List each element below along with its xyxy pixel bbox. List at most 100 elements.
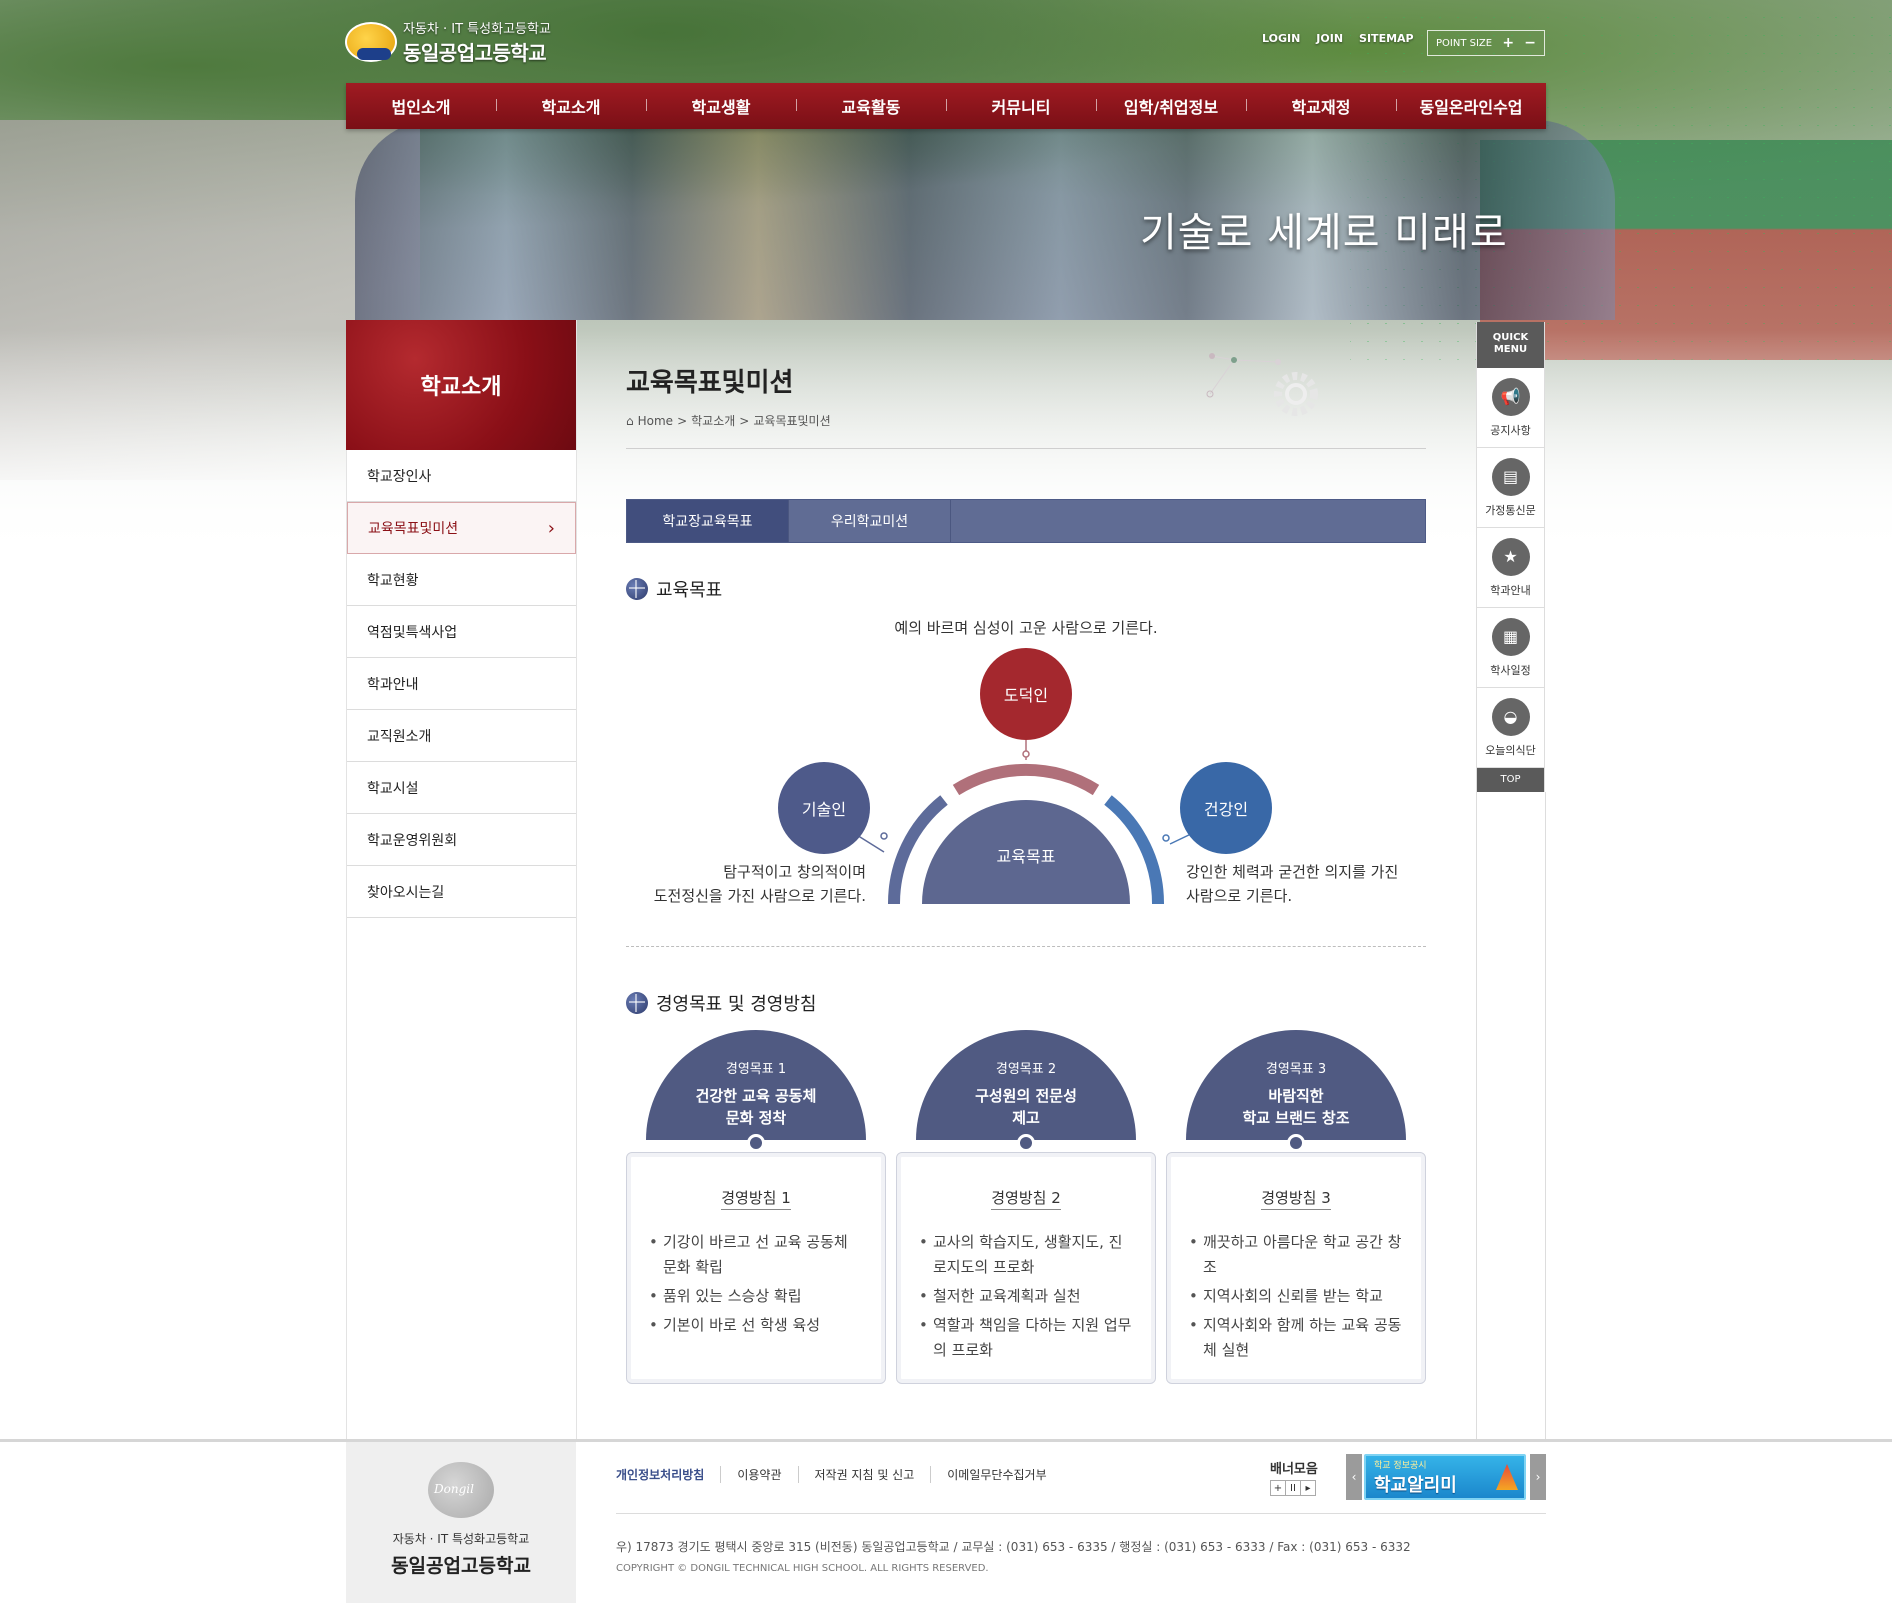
quick-menu-title: QUICK MENU [1477, 322, 1544, 368]
calendar-icon: ▦ [1491, 617, 1530, 656]
top-utility-links: LOGIN JOIN SITEMAP [1262, 32, 1414, 45]
privacy-policy-link[interactable]: 개인정보처리방침 [616, 1466, 720, 1483]
goal-title: 건강한 교육 공동체 문화 정착 [646, 1085, 866, 1129]
list-item: 교사의 학습지도, 생활지도, 진로지도의 프로화 [919, 1230, 1133, 1280]
policy-title: 경영방침 2 [919, 1187, 1133, 1216]
banner-collection-label: 배너모음 [1270, 1462, 1318, 1477]
footer-divider [0, 1439, 1892, 1442]
breadcrumb-separator: > [739, 413, 750, 428]
footer-links: 개인정보처리방침 이용약관 저작권 지침 및 신고 이메일무단수집거부 [616, 1466, 1063, 1483]
breadcrumb-separator: > [677, 413, 688, 428]
desc-line: 강인한 체력과 굳건한 의지를 가진 [1186, 863, 1399, 881]
sidebar-item-status[interactable]: 학교현황 [347, 554, 576, 606]
join-link[interactable]: JOIN [1316, 32, 1343, 45]
gnb-item-community[interactable]: 커뮤니티 [946, 94, 1096, 118]
sidebar-item-committee[interactable]: 학교운영위원회 [347, 814, 576, 866]
banner-play-button[interactable]: ▸ [1300, 1480, 1316, 1496]
goal-title-line: 구성원의 전문성 [975, 1087, 1077, 1105]
content-border [576, 320, 577, 1440]
sidebar-item-facilities[interactable]: 학교시설 [347, 762, 576, 814]
list-item: 깨끗하고 아름다운 학교 공간 창조 [1189, 1230, 1403, 1280]
quick-column-border [1545, 792, 1546, 1440]
quick-item-departments[interactable]: ★ 학과안내 [1477, 528, 1544, 608]
goal-title-line: 건강한 교육 공동체 [695, 1087, 817, 1105]
breadcrumb-current: 교육목표및미션 [753, 414, 831, 428]
tab-principal-goals[interactable]: 학교장교육목표 [627, 500, 789, 542]
policy-list: 기강이 바르고 선 교육 공동체 문화 확립 품위 있는 스승상 확립 기본이 … [649, 1230, 863, 1338]
sidebar-item-departments[interactable]: 학과안내 [347, 658, 576, 710]
list-item: 지역사회의 신뢰를 받는 학교 [1189, 1284, 1403, 1309]
globe-icon [626, 992, 648, 1014]
desc-line: 탐구적이고 창의적이며 [723, 863, 866, 881]
policy-title-text: 경영방침 3 [1261, 1189, 1331, 1210]
sidebar-item-projects[interactable]: 역점및특색사업 [347, 606, 576, 658]
sidebar-item-goals[interactable]: 교육목표및미션 › [347, 502, 576, 554]
management-goal-header: 경영목표 1 건강한 교육 공동체 문화 정착 [646, 1030, 866, 1140]
quick-item-meal[interactable]: ◒ 오늘의식단 [1477, 688, 1544, 768]
school-info-banner[interactable]: 학교 정보공시 학교알리미 [1364, 1454, 1526, 1500]
banner-prev-button[interactable]: ‹ [1346, 1454, 1362, 1500]
management-policy-card: 경영방침 3 깨끗하고 아름다운 학교 공간 창조 지역사회의 신뢰를 받는 학… [1166, 1152, 1426, 1384]
chevron-right-icon: › [547, 517, 555, 539]
banner-add-button[interactable]: + [1270, 1480, 1286, 1496]
sidebar-item-directions[interactable]: 찾아오시는길 [347, 866, 576, 918]
scroll-top-button[interactable]: TOP [1477, 768, 1544, 792]
footer-address: 우) 17873 경기도 평택시 중앙로 315 (비전동) 동일공업고등학교 … [616, 1540, 1411, 1554]
gnb-item-online-class[interactable]: 동일온라인수업 [1396, 94, 1546, 118]
goal-title-line: 학교 브랜드 창조 [1242, 1109, 1350, 1127]
sitemap-link[interactable]: SITEMAP [1359, 32, 1414, 45]
banner-pause-button[interactable]: II [1285, 1480, 1301, 1496]
list-item: 기강이 바르고 선 교육 공동체 문화 확립 [649, 1230, 863, 1280]
quick-item-calendar[interactable]: ▦ 학사일정 [1477, 608, 1544, 688]
sidebar-item-staff[interactable]: 교직원소개 [347, 710, 576, 762]
list-item: 역할과 책임을 다하는 지원 업무의 프로화 [919, 1313, 1133, 1363]
policy-title-text: 경영방침 1 [721, 1189, 791, 1210]
breadcrumb: ⌂ Home > 학교소개 > 교육목표및미션 [626, 412, 831, 429]
quick-item-notice[interactable]: 📢 공지사항 [1477, 368, 1544, 448]
quick-item-newsletter[interactable]: ▤ 가정통신문 [1477, 448, 1544, 528]
connector-dot [1017, 1134, 1035, 1152]
site-logo[interactable]: 자동차 · IT 특성화고등학교 동일공업고등학교 [345, 18, 575, 66]
policy-list: 깨끗하고 아름다운 학교 공간 창조 지역사회의 신뢰를 받는 학교 지역사회와… [1189, 1230, 1403, 1363]
sidebar-item-label: 학교시설 [367, 780, 419, 797]
quick-item-label: 학과안내 [1490, 583, 1531, 597]
goal-bubble-technical: 기술인 [778, 762, 870, 854]
megaphone-icon: 📢 [1491, 377, 1530, 416]
font-decrease-button[interactable]: − [1524, 35, 1536, 51]
meal-icon: ◒ [1491, 697, 1530, 736]
gnb-item-education[interactable]: 교육활동 [796, 94, 946, 118]
school-emblem-icon [428, 1462, 494, 1518]
tab-school-mission[interactable]: 우리학교미션 [789, 500, 951, 542]
font-increase-button[interactable]: + [1502, 35, 1514, 51]
sidebar-item-label: 역점및특색사업 [367, 624, 458, 641]
gnb-item-admission[interactable]: 입학/취업정보 [1096, 94, 1246, 118]
home-icon: ⌂ [626, 413, 634, 428]
sidebar-title: 학교소개 [346, 320, 576, 450]
section-heading-label: 경영목표 및 경영방침 [656, 994, 817, 1015]
list-item: 철저한 교육계획과 실천 [919, 1284, 1133, 1309]
point-size-label: POINT SIZE [1436, 37, 1493, 49]
email-refusal-link[interactable]: 이메일무단수집거부 [930, 1466, 1062, 1483]
gnb-item-school-life[interactable]: 학교생활 [646, 94, 796, 118]
gnb-item-corporation[interactable]: 법인소개 [346, 94, 496, 118]
newsletter-icon: ▤ [1491, 457, 1530, 496]
copyright-policy-link[interactable]: 저작권 지침 및 신고 [797, 1466, 931, 1483]
logo-name: 동일공업고등학교 [403, 41, 547, 65]
sidebar-item-greeting[interactable]: 학교장인사 [347, 450, 576, 502]
breadcrumb-home[interactable]: Home [638, 414, 673, 428]
quick-item-label: 오늘의식단 [1485, 743, 1536, 757]
login-link[interactable]: LOGIN [1262, 32, 1300, 45]
policy-title: 경영방침 1 [649, 1187, 863, 1216]
goal-label: 경영목표 3 [1265, 1062, 1327, 1077]
gnb-item-school[interactable]: 학교소개 [496, 94, 646, 118]
content-tabs: 학교장교육목표 우리학교미션 [626, 499, 1426, 543]
sidebar-item-label: 교육목표및미션 [368, 521, 459, 537]
terms-link[interactable]: 이용약관 [720, 1466, 797, 1483]
education-goal-diagram: 도덕인 기술인 건강인 교육목표 탐구적이고 창의적이며 도전정신을 가진 사람… [626, 640, 1426, 920]
breadcrumb-section[interactable]: 학교소개 [691, 412, 735, 429]
hero-slogan: 기술로 세계로 미래로 [1140, 210, 1508, 256]
sidebar-item-label: 학교운영위원회 [367, 832, 458, 849]
banner-next-button[interactable]: › [1530, 1454, 1546, 1500]
goal-label: 경영목표 1 [725, 1062, 787, 1077]
gnb-item-finance[interactable]: 학교재정 [1246, 94, 1396, 118]
